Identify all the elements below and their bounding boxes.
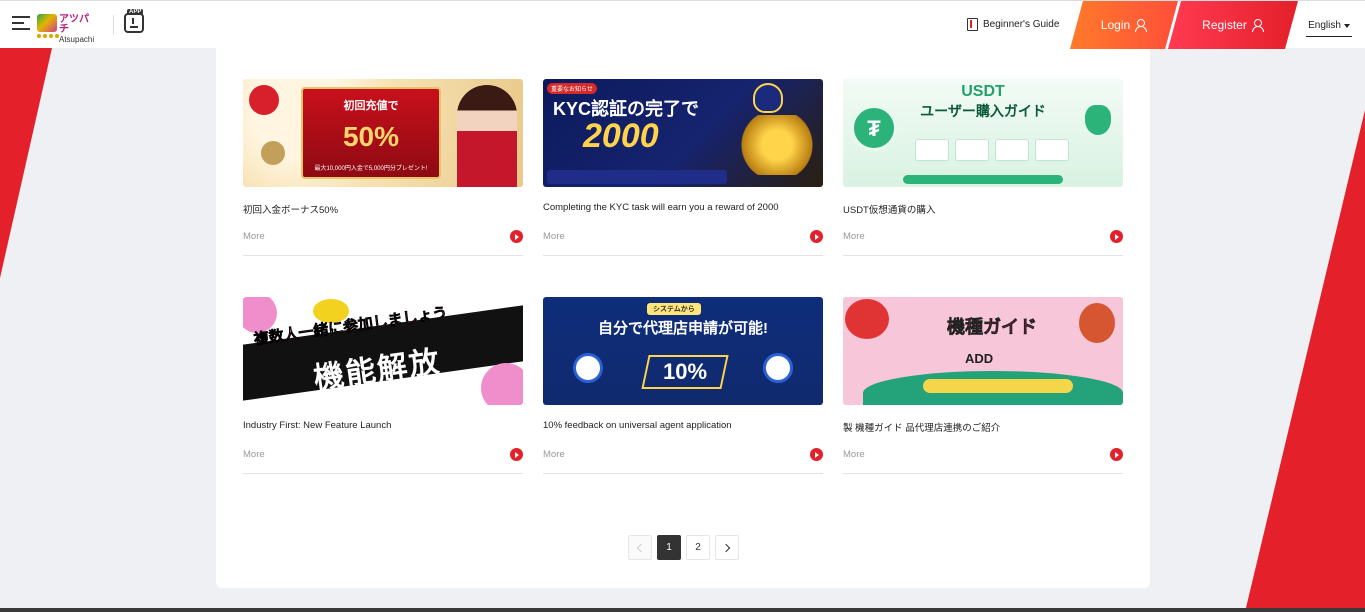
promo-card: 初回充値で 50% 最大10,000円入金で5,000円分プレゼント! 初回入金… [243, 79, 523, 256]
app-badge: APP [127, 9, 144, 15]
promo-banner-kyc[interactable]: 重要なお知らせ KYC認証の完了で 2000 [543, 79, 823, 187]
card-divider [843, 255, 1123, 256]
card-divider [843, 473, 1123, 474]
language-label: English [1308, 20, 1341, 31]
pink-splash [481, 363, 523, 405]
more-link[interactable]: More [243, 449, 265, 460]
logo-mark [37, 14, 57, 32]
flower-decoration [261, 141, 285, 165]
mascot-red [845, 299, 889, 339]
card-title: 10% feedback on universal agent applicat… [543, 420, 732, 431]
chevron-right-icon [721, 543, 731, 552]
header-divider [113, 15, 114, 35]
play-circle-icon[interactable] [1110, 448, 1123, 461]
chevron-left-icon [636, 543, 646, 552]
promo-card: 機種ガイド ADD 製 機種ガイド 品代理店連携のご紹介 More [843, 297, 1123, 474]
flower-decoration [249, 85, 279, 115]
banner-value: 2000 [583, 117, 659, 155]
promo-banner-model-guide[interactable]: 機種ガイド ADD [843, 297, 1123, 405]
banner-tag: 重要なお知らせ [547, 83, 597, 94]
tether-coin-icon [851, 105, 897, 151]
card-title: USDT仮想通貨の購入 [843, 205, 936, 216]
promo-card: システムから 自分で代理店申請が可能! 10% 10% feedback on … [543, 297, 823, 474]
banner-foot: 最大10,000円入金で5,000円分プレゼント! [314, 166, 428, 172]
beginners-guide-link[interactable]: Beginner's Guide [967, 18, 1059, 31]
background-red-shape-right [1245, 110, 1365, 612]
model-image [457, 85, 517, 187]
promo-banner-usdt[interactable]: USDT ユーザー購入ガイド [843, 79, 1123, 187]
card-divider [543, 473, 823, 474]
banner-steps [915, 139, 1069, 161]
check-shield-icon [1085, 105, 1111, 135]
play-circle-icon[interactable] [810, 448, 823, 461]
book-icon [967, 18, 978, 31]
card-divider [243, 473, 523, 474]
banner-head: 初回充値で [343, 100, 399, 112]
banner-foot-bar [903, 175, 1063, 184]
page-button-2[interactable]: 2 [686, 535, 710, 560]
register-button[interactable]: Register [1168, 1, 1298, 49]
banner-head: 機種ガイド [947, 317, 1038, 338]
add-user-icon [1251, 19, 1264, 32]
pagination: 1 2 [628, 535, 739, 560]
page-button-1[interactable]: 1 [657, 535, 681, 560]
play-circle-icon[interactable] [510, 448, 523, 461]
user-icon [1135, 19, 1148, 32]
promo-banner-agent[interactable]: システムから 自分で代理店申請が可能! 10% [543, 297, 823, 405]
logo-subtext: Atsupachi [59, 35, 95, 44]
more-link[interactable]: More [543, 449, 565, 460]
register-label: Register [1202, 18, 1247, 32]
next-page-button[interactable] [715, 535, 739, 560]
logo-text: アツパチ [59, 14, 89, 35]
banner-head: USDT [961, 83, 1005, 100]
card-title: 初回入金ボーナス50% [243, 205, 339, 216]
banner-steps-bar [547, 170, 727, 184]
banner-value: 10% [662, 359, 708, 384]
card-divider [543, 255, 823, 256]
prev-page-button[interactable] [628, 535, 652, 560]
card-title: Industry First: New Feature Launch [243, 420, 392, 431]
play-circle-icon[interactable] [810, 230, 823, 243]
login-label: Login [1100, 18, 1131, 32]
mascot-orange [1079, 303, 1115, 343]
caret-down-icon [1343, 23, 1350, 28]
menu-icon[interactable] [12, 16, 30, 32]
promo-banner-new-feature[interactable]: 複数人一緒に参加しましょう 機能解放 [243, 297, 523, 405]
play-circle-icon[interactable] [510, 230, 523, 243]
promo-card: 複数人一緒に参加しましょう 機能解放 Industry First: New F… [243, 297, 523, 474]
more-link[interactable]: More [543, 231, 565, 242]
login-button[interactable]: Login [1070, 1, 1178, 49]
card-divider [243, 255, 523, 256]
shield-icon [753, 83, 783, 113]
card-title: Completing the KYC task will earn you a … [543, 202, 779, 213]
chart-icon [763, 353, 793, 383]
logo-dots [37, 34, 59, 38]
banner-head: 自分で代理店申請が可能! [598, 320, 768, 337]
more-link[interactable]: More [843, 231, 865, 242]
bottom-strip [0, 608, 1365, 612]
download-icon [130, 18, 138, 28]
promo-card: 重要なお知らせ KYC認証の完了で 2000 Completing the KY… [543, 79, 823, 256]
more-link[interactable]: More [843, 449, 865, 460]
banner-tag: システムから [647, 303, 701, 315]
promo-banner-first-deposit[interactable]: 初回充値で 50% 最大10,000円入金で5,000円分プレゼント! [243, 79, 523, 187]
language-select[interactable]: English [1306, 15, 1352, 37]
banner-box: 初回充値で 50% 最大10,000円入金で5,000円分プレゼント! [301, 87, 441, 179]
document-icon [573, 353, 603, 383]
top-header: アツパチ Atsupachi APP Beginner's Guide Login… [0, 0, 1365, 49]
banner-value-frame: 10% [641, 355, 729, 389]
play-circle-icon[interactable] [1110, 230, 1123, 243]
background-red-shape-left [0, 48, 52, 278]
promotions-panel: 初回充値で 50% 最大10,000円入金で5,000円分プレゼント! 初回入金… [216, 48, 1150, 588]
beginners-guide-label: Beginner's Guide [983, 19, 1060, 30]
coins-image [737, 115, 817, 175]
site-logo[interactable]: アツパチ Atsupachi [37, 12, 94, 44]
more-link[interactable]: More [243, 231, 265, 242]
banner-sub: ADD [965, 351, 994, 366]
banner-value: 50% [342, 121, 400, 152]
card-title: 製 機種ガイド 品代理店連携のご紹介 [843, 423, 1001, 434]
promo-card: USDT ユーザー購入ガイド USDT仮想通貨の購入 More [843, 79, 1123, 256]
banner-foot-pill [923, 379, 1073, 393]
app-download-icon[interactable]: APP [124, 9, 144, 33]
